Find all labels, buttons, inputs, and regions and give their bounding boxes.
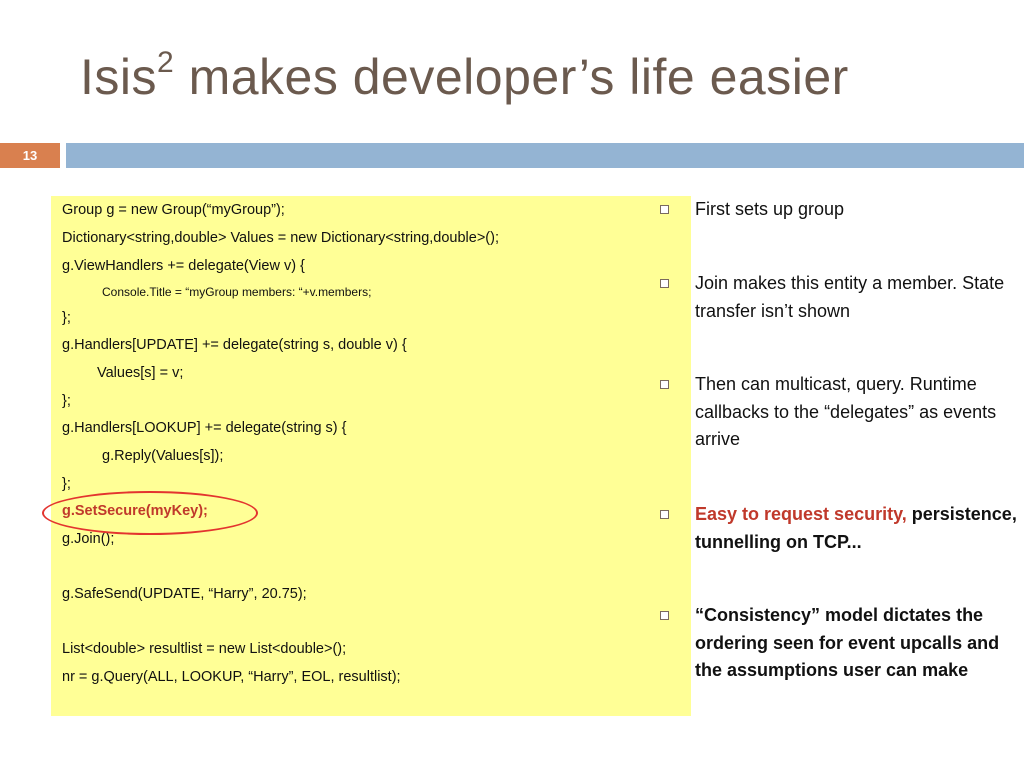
slide-number-text: 13 — [22, 148, 38, 163]
title-superscript: 2 — [157, 46, 175, 80]
square-bullet-icon — [660, 279, 669, 288]
title-rest: makes developer’s life easier — [174, 49, 849, 105]
header-bar — [66, 143, 1024, 168]
slide-title: Isis2 makes developer’s life easier — [80, 46, 849, 106]
square-bullet-icon — [660, 380, 669, 389]
bullet-text: Then can multicast, query. Runtime callb… — [695, 374, 997, 449]
title-main: Isis — [80, 49, 157, 105]
code-line: }; — [62, 476, 71, 492]
code-line: Console.Title = “myGroup members: “+v.me… — [102, 285, 372, 299]
code-line: g.SafeSend(UPDATE, “Harry”, 20.75); — [62, 586, 307, 602]
code-line: g.Handlers[LOOKUP] += delegate(string s)… — [62, 420, 347, 436]
code-line: Values[s] = v; — [97, 365, 184, 381]
code-line: nr = g.Query(ALL, LOOKUP, “Harry”, EOL, … — [62, 669, 401, 685]
bullet-text: Join makes this entity a member. State t… — [695, 273, 1005, 321]
code-line: Dictionary<string,double> Values = new D… — [62, 230, 499, 246]
code-line: g.Reply(Values[s]); — [102, 448, 224, 464]
square-bullet-icon — [660, 510, 669, 519]
code-line: }; — [62, 393, 71, 409]
code-line: g.ViewHandlers += delegate(View v) { — [62, 258, 305, 274]
slide-number: 13 — [0, 143, 60, 168]
code-line: }; — [62, 310, 71, 326]
square-bullet-icon — [660, 205, 669, 214]
highlight-ellipse — [42, 491, 258, 535]
bullet-text-red: Easy to request security, — [695, 504, 907, 524]
bullet-text: Easy to request security, persistence, t… — [695, 501, 1017, 556]
code-line: Group g = new Group(“myGroup”); — [62, 202, 285, 218]
code-line: List<double> resultlist = new List<doubl… — [62, 641, 347, 657]
code-line: g.Handlers[UPDATE] += delegate(string s,… — [62, 337, 407, 353]
code-line: g.Join(); — [62, 531, 115, 547]
bullet-text: First sets up group — [695, 199, 845, 219]
bullet-text: “Consistency” model dictates the orderin… — [695, 605, 1000, 680]
square-bullet-icon — [660, 611, 669, 620]
